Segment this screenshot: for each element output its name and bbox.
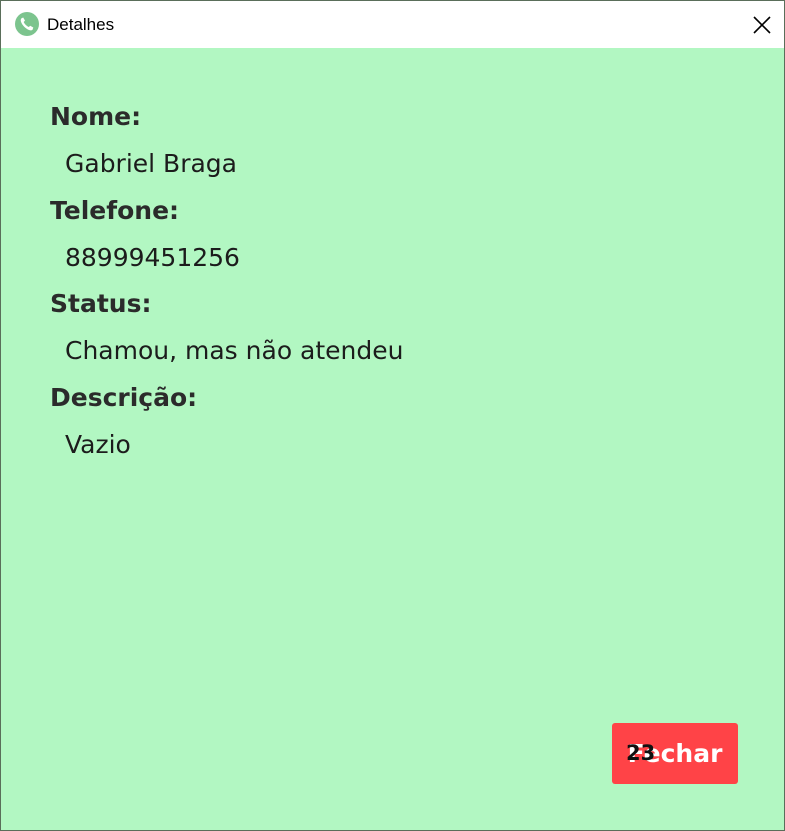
status-value: Chamou, mas não atendeu bbox=[65, 336, 404, 365]
status-label: Status: bbox=[50, 289, 152, 318]
phone-label: Telefone: bbox=[50, 196, 180, 225]
name-label: Nome: bbox=[50, 102, 142, 131]
close-icon bbox=[753, 16, 771, 34]
description-label: Descrição: bbox=[50, 383, 198, 412]
close-window-button[interactable] bbox=[738, 1, 784, 48]
phone-value: 88999451256 bbox=[65, 243, 240, 272]
details-window: Detalhes Nome: Gabriel Braga Telefone: 8… bbox=[0, 0, 785, 831]
details-panel: Nome: Gabriel Braga Telefone: 8899945125… bbox=[1, 48, 784, 830]
name-value: Gabriel Braga bbox=[65, 149, 237, 178]
title-bar: Detalhes bbox=[1, 1, 784, 48]
phone-icon bbox=[15, 12, 39, 36]
counter-label: 23 bbox=[626, 741, 656, 765]
window-title: Detalhes bbox=[47, 15, 115, 34]
description-value: Vazio bbox=[65, 430, 131, 459]
